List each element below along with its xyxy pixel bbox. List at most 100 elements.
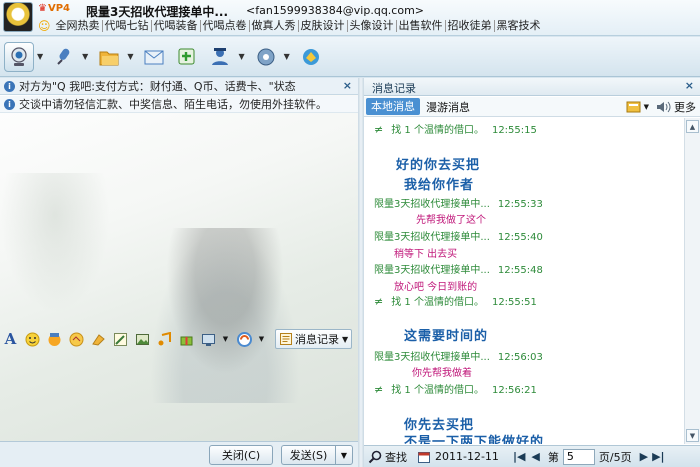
doodle-icon[interactable] — [112, 331, 129, 348]
format-toolbar: A ▼ ▼ 消息记录 ▼ — [0, 328, 358, 350]
link-item[interactable]: 代喝装备 — [152, 20, 201, 32]
chevron-down-icon[interactable]: ▼ — [238, 52, 244, 61]
message-bubble: 稍等下 出去买 — [394, 249, 458, 260]
link-item[interactable]: 出售软件 — [397, 20, 446, 32]
system-message: ≠ 找 1 个温情的借口。 12:55:51 — [374, 293, 537, 308]
chevron-down-icon[interactable]: ▼ — [127, 52, 133, 61]
send-image-icon[interactable] — [134, 331, 151, 348]
link-item[interactable]: 黑客技术 — [495, 20, 543, 32]
chevron-down-icon[interactable]: ▼ — [217, 331, 234, 348]
last-page-icon[interactable]: ▶| — [652, 450, 664, 463]
email-icon[interactable] — [139, 42, 169, 72]
link-item[interactable]: 皮肤设计 — [299, 20, 348, 32]
message-header: 限量3天招收代理接单中... 12:55:40 — [374, 228, 543, 243]
send-options-dropdown[interactable]: ▼ — [335, 445, 353, 465]
gift-icon[interactable] — [178, 331, 195, 348]
history-button-label: 消息记录 — [295, 333, 339, 346]
history-scrollbar[interactable]: ▲ ▼ — [684, 118, 700, 444]
notice-text: 交谈中请勿轻信汇款、中奖信息、陌生电话，勿使用外挂软件。 — [19, 98, 327, 111]
message-header: 限量3天招收代理接单中... 12:56:03 — [374, 348, 543, 363]
vip-level-label: VP4 — [47, 3, 70, 14]
more-link[interactable]: 更多 — [674, 99, 696, 115]
history-title: 消息记录 — [372, 82, 416, 95]
tab-roaming-messages[interactable]: 漫游消息 — [426, 99, 470, 115]
music-icon[interactable] — [156, 331, 173, 348]
file-transfer-icon[interactable] — [94, 42, 124, 72]
close-button[interactable]: 关闭(C) — [209, 445, 273, 465]
search-icon[interactable] — [368, 450, 382, 464]
message-time: 12:55:15 — [491, 125, 537, 136]
message-time: 12:55:40 — [497, 232, 543, 243]
message-bubble: 好的你去买把 — [396, 158, 481, 173]
scroll-up-icon[interactable]: ▲ — [686, 120, 699, 133]
link-item[interactable]: 全网热卖 — [54, 20, 103, 32]
chevron-down-icon[interactable]: ▼ — [253, 331, 270, 348]
settings-icon[interactable] — [251, 42, 281, 72]
add-app-icon[interactable] — [172, 42, 202, 72]
chevron-down-icon[interactable]: ▼ — [644, 103, 649, 111]
voice-call-icon[interactable] — [49, 42, 79, 72]
message-bubble: 你先帮我做着 — [412, 368, 472, 379]
tab-local-messages[interactable]: 本地消息 — [366, 98, 420, 115]
message-list: ≠ 找 1 个温情的借口。 12:55:15 好的你去买把 我给你作者 限量3天招收… — [364, 118, 684, 444]
chevron-down-icon: ▼ — [342, 334, 349, 344]
qq-show-icon[interactable] — [236, 331, 253, 348]
message-header: 限量3天招收代理接单中... 12:55:33 — [374, 195, 543, 210]
link-item[interactable]: 代喝七钻 — [103, 20, 152, 32]
message-time: 12:55:33 — [497, 199, 543, 210]
close-icon[interactable]: × — [343, 79, 352, 92]
signature-link-bar: ☺ 全网热卖 代喝七钻 代喝装备 代喝点卷 做真人秀 皮肤设计 头像设计 出售软… — [38, 19, 543, 33]
history-tools: ▼ 更多 — [626, 99, 696, 115]
voice-message-icon[interactable] — [90, 331, 107, 348]
sender-name[interactable]: 限量3天招收代理接单中... — [374, 265, 490, 276]
link-item[interactable]: 代喝点卷 — [201, 20, 250, 32]
history-icon — [280, 333, 292, 345]
main-toolbar: ▼ ▼ ▼ ▼ ▼ — [0, 37, 700, 77]
calendar-icon[interactable] — [417, 450, 431, 464]
link-item[interactable]: 招收徒弟 — [446, 20, 495, 32]
message-time: 12:55:51 — [491, 297, 537, 308]
page-number-input[interactable] — [562, 448, 595, 465]
link-item[interactable]: 做真人秀 — [250, 20, 299, 32]
chevron-down-icon[interactable]: ▼ — [284, 52, 290, 61]
smiley-icon[interactable] — [24, 331, 41, 348]
message-history-panel: 消息记录 × 本地消息 漫游消息 ▼ 更多 ≠ 找 1 个温情的借口。 12:55:… — [364, 78, 700, 467]
chevron-down-icon[interactable]: ▼ — [82, 52, 88, 61]
message-time: 12:56:03 — [497, 352, 543, 363]
history-date[interactable]: 2011-12-11 — [435, 450, 499, 463]
group-icon[interactable] — [205, 42, 235, 72]
star-icon: ☺ — [38, 19, 51, 33]
close-icon[interactable]: × — [685, 79, 694, 92]
sender-name[interactable]: 限量3天招收代理接单中... — [374, 232, 490, 243]
message-bubble: 不是一下两下能做好的 — [404, 435, 545, 444]
notice-text: 对方为"Q 我吧:支付方式：财付通、Q币、话费卡、"状态 — [19, 80, 296, 93]
message-header: 限量3天招收代理接单中... 12:55:48 — [374, 261, 543, 276]
speaker-icon[interactable] — [655, 100, 671, 114]
send-button[interactable]: 发送(S) — [281, 445, 335, 465]
shake-window-icon[interactable] — [68, 331, 85, 348]
video-call-icon[interactable] — [4, 41, 34, 72]
magic-emoticon-icon[interactable] — [46, 331, 63, 348]
next-page-icon[interactable]: ▶ — [640, 450, 648, 463]
search-link[interactable]: 查找 — [385, 449, 407, 465]
vip-badge[interactable]: ♛VP4 — [38, 3, 70, 14]
prev-page-icon[interactable]: ◀ — [531, 450, 539, 463]
font-icon[interactable]: A — [2, 330, 19, 348]
link-item[interactable]: 头像设计 — [348, 20, 397, 32]
history-footer: 查找 2011-12-11 |◀ ◀ 第 页/5页 ▶ ▶| — [364, 445, 700, 467]
chevron-down-icon[interactable]: ▼ — [37, 52, 43, 61]
screen-capture-icon[interactable] — [200, 331, 217, 348]
background-tree-image — [0, 173, 110, 313]
qq-logo-avatar[interactable] — [3, 2, 33, 32]
qzone-icon[interactable] — [296, 42, 326, 72]
sender-name[interactable]: 限量3天招收代理接单中... — [374, 199, 490, 210]
message-history-button[interactable]: 消息记录 ▼ — [275, 329, 352, 349]
history-header: 消息记录 × — [364, 78, 700, 96]
message-bubble: 放心吧 今日到账的 — [394, 282, 478, 293]
sender-name[interactable]: 限量3天招收代理接单中... — [374, 352, 490, 363]
first-page-icon[interactable]: |◀ — [513, 450, 525, 463]
system-icon: ≠ — [374, 383, 384, 396]
scroll-down-icon[interactable]: ▼ — [686, 429, 699, 442]
system-icon: ≠ — [374, 295, 384, 308]
message-manager-icon[interactable] — [626, 100, 642, 114]
